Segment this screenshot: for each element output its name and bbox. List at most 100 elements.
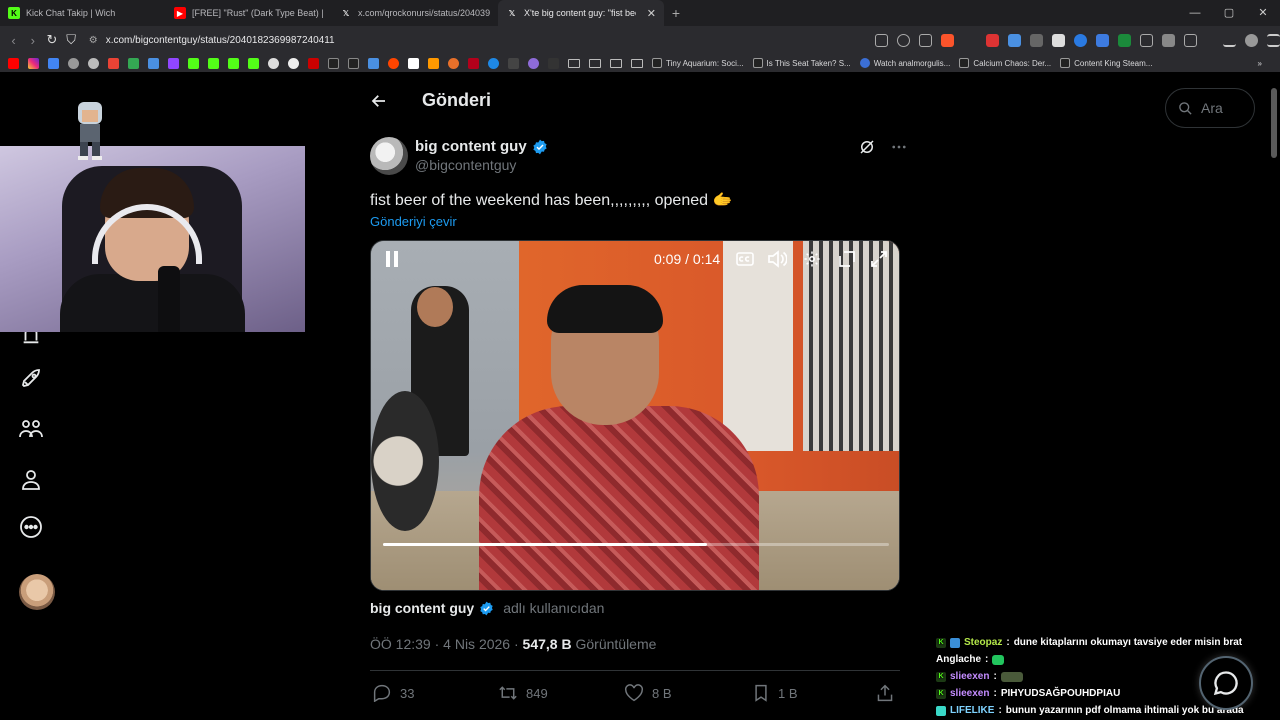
bookmark-k-icon[interactable] [548, 57, 559, 69]
close-tab-icon[interactable]: ✕ [647, 7, 656, 20]
author-handle[interactable]: @bigcontentguy [415, 157, 516, 173]
download-icon[interactable] [1223, 34, 1236, 47]
maximize-button[interactable]: ▢ [1212, 0, 1246, 26]
account-avatar[interactable] [19, 574, 55, 610]
browser-tab-youtube[interactable]: ▶ [FREE] "Rust" (Dark Type Beat) | Hard [166, 0, 332, 26]
bookmark-blue-icon[interactable] [488, 57, 499, 69]
bookmark-folder-icon[interactable] [568, 58, 580, 68]
share-button[interactable] [876, 684, 894, 702]
share-icon[interactable] [919, 33, 932, 47]
media-icon[interactable] [1245, 33, 1258, 47]
site-info-icon[interactable]: ⚙ [89, 35, 98, 46]
bookmark-x-icon[interactable] [328, 57, 339, 69]
bookmark-reddit-icon[interactable] [388, 57, 399, 69]
bookmark-drive-icon[interactable] [128, 57, 139, 69]
reply-button[interactable]: 33 [372, 684, 414, 702]
zoom-icon[interactable] [897, 33, 910, 47]
extension-box-icon[interactable] [1052, 33, 1065, 47]
url-field[interactable]: ⚙ x.com/bigcontentguy/status/20401823699… [88, 29, 885, 51]
bookmark-item[interactable]: Calcium Chaos: Der... [959, 58, 1051, 68]
bookmark-kick-icon[interactable] [228, 57, 239, 69]
extension-frame-icon[interactable] [1140, 33, 1153, 47]
more-bookmarks-icon[interactable]: » [1258, 59, 1262, 68]
scrollbar-thumb[interactable] [1271, 88, 1277, 158]
bookmark-threads-icon[interactable] [288, 57, 299, 69]
video-source-attribution[interactable]: big content guy adlı kullanıcıdan [370, 600, 604, 616]
extension-globe-icon[interactable] [1074, 33, 1087, 47]
bookmark-folder-icon[interactable] [589, 58, 601, 68]
forward-nav-icon[interactable]: › [23, 33, 42, 48]
pause-icon[interactable] [382, 249, 402, 269]
page-scrollbar[interactable] [1271, 78, 1277, 718]
close-window-button[interactable]: ✕ [1246, 0, 1280, 26]
back-arrow-icon[interactable] [368, 90, 390, 112]
cast-icon[interactable] [875, 33, 888, 47]
more-icon[interactable] [890, 138, 908, 161]
browser-tab-active[interactable]: 𝕏 X'te big content guy: "fist bee ✕ [498, 0, 664, 26]
bookmark-kick-icon[interactable] [248, 57, 259, 69]
browser-tab-x-status[interactable]: 𝕏 x.com/qrockonursi/status/20403966 [332, 0, 498, 26]
translate-post-link[interactable]: Gönderiyi çevir [370, 214, 457, 229]
grok-icon[interactable] [858, 138, 876, 161]
bookmark-globe-icon[interactable] [88, 57, 99, 69]
bookmark-item[interactable]: Is This Seat Taken? S... [752, 58, 851, 68]
profile-icon[interactable] [18, 467, 44, 493]
bookmark-image-icon[interactable] [148, 57, 159, 69]
source-author-name[interactable]: big content guy [370, 600, 474, 616]
new-tab-button[interactable]: + [664, 5, 688, 21]
post-time[interactable]: ÖÖ 12:39 [370, 636, 431, 652]
bookmark-p-icon[interactable] [408, 57, 419, 69]
bookmark-folder-icon[interactable] [610, 58, 622, 68]
bookmark-kick-icon[interactable] [188, 57, 199, 69]
like-button[interactable]: 8 B [624, 684, 672, 702]
brave-shield-icon[interactable] [941, 33, 954, 47]
bookmark-twitch-icon[interactable] [168, 57, 179, 69]
volume-icon[interactable] [767, 249, 787, 269]
extension-multi-icon[interactable] [1096, 33, 1109, 47]
browser-tab-kick[interactable]: K Kick Chat Takip | Wich [0, 0, 166, 26]
repost-button[interactable]: 849 [498, 684, 548, 702]
more-options-icon[interactable] [18, 514, 44, 540]
author-name[interactable]: big content guy [415, 138, 527, 155]
back-nav-icon[interactable]: ‹ [4, 33, 23, 48]
bookmark-red-icon[interactable] [468, 57, 479, 69]
bookmark-page-icon[interactable]: ⛉ [62, 32, 81, 48]
bookmark-docs-icon[interactable] [48, 57, 59, 69]
bookmark-anchor-icon[interactable] [268, 57, 279, 69]
communities-icon[interactable] [18, 416, 44, 442]
bookmark-globe-icon[interactable] [68, 57, 79, 69]
author-name-row[interactable]: big content guy [415, 138, 548, 155]
extensions-puzzle-icon[interactable] [1162, 33, 1175, 47]
menu-icon[interactable] [1267, 33, 1280, 47]
bookmark-youtube-icon[interactable] [8, 57, 19, 69]
post-date[interactable]: 4 Nis 2026 [443, 636, 510, 652]
bookmark-orange-icon[interactable] [448, 57, 459, 69]
author-avatar[interactable] [370, 137, 408, 175]
bookmark-item[interactable]: Watch analmorgulis... [859, 58, 950, 68]
reload-icon[interactable]: ↻ [42, 32, 61, 48]
bookmark-x-icon[interactable] [348, 57, 359, 69]
extension-green-icon[interactable] [1118, 33, 1131, 47]
bookmark-item[interactable]: Content King Steam... [1060, 58, 1152, 68]
settings-gear-icon[interactable] [802, 249, 822, 269]
bookmark-blue-icon[interactable] [368, 57, 379, 69]
bookmark-gmail-icon[interactable] [108, 57, 119, 69]
bookmark-red-icon[interactable] [308, 57, 319, 69]
minimize-button[interactable]: — [1178, 0, 1212, 26]
bookmark-instagram-icon[interactable] [28, 57, 39, 69]
premium-rocket-icon[interactable] [18, 366, 44, 392]
extension-blue-icon[interactable] [1008, 33, 1021, 47]
picture-in-picture-icon[interactable] [837, 249, 857, 269]
bookmark-folder-icon[interactable] [631, 58, 643, 68]
bookmark-item[interactable]: Tiny Aquarium: Soci... [652, 58, 744, 68]
bookmark-kick-icon[interactable] [208, 57, 219, 69]
fullscreen-icon[interactable] [869, 249, 889, 269]
captions-icon[interactable] [735, 249, 755, 269]
extension-red-icon[interactable] [986, 33, 999, 47]
video-player[interactable]: 0:09 / 0:14 [370, 240, 900, 591]
bookmark-button[interactable]: 1 B [752, 684, 798, 702]
search-input[interactable]: Ara [1165, 88, 1255, 128]
bookmark-amazon-icon[interactable] [428, 57, 439, 69]
bookmark-dark-icon[interactable] [508, 57, 519, 69]
messages-button[interactable] [1199, 656, 1253, 710]
